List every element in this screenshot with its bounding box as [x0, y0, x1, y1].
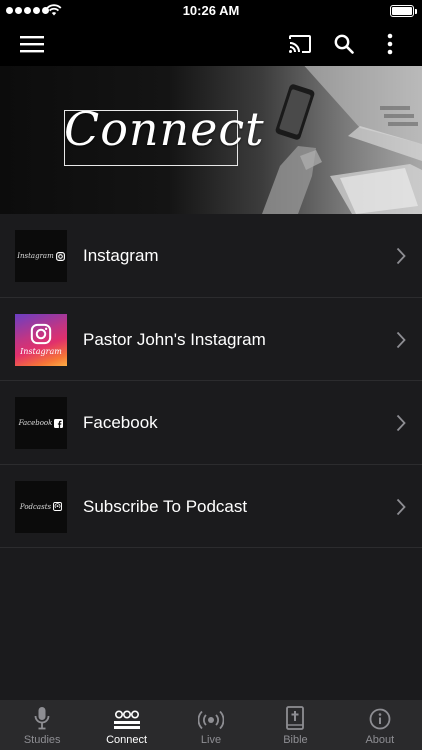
instagram-icon	[55, 251, 65, 261]
chevron-right-icon	[396, 331, 406, 348]
hamburger-menu-icon	[20, 36, 44, 53]
status-time: 10:26 AM	[182, 3, 240, 18]
tab-about[interactable]: About	[338, 700, 422, 750]
instagram-logo-thumbnail: Instagram	[15, 313, 67, 366]
microphone-icon	[34, 707, 50, 730]
more-vertical-icon	[387, 33, 393, 55]
thumb-text: Facebook	[18, 419, 53, 427]
cast-icon	[289, 35, 311, 53]
thumb-text: Podcasts	[19, 502, 52, 511]
thumb-text: Instagram	[20, 347, 62, 356]
search-button[interactable]	[322, 22, 366, 66]
instagram-thumbnail: Instagram	[15, 230, 67, 282]
podcast-thumbnail: Podcasts	[15, 480, 67, 533]
tab-studies[interactable]: Studies	[0, 700, 84, 750]
tab-live[interactable]: Live	[169, 700, 253, 750]
list-item-label: Instagram	[83, 246, 159, 265]
tab-connect[interactable]: Connect	[84, 700, 168, 750]
thumb-text: Instagram	[17, 252, 54, 260]
instagram-logo-icon	[30, 323, 52, 345]
chevron-right-icon	[396, 247, 406, 265]
menu-button[interactable]	[10, 22, 54, 66]
bible-icon	[286, 706, 305, 730]
list-item-label: Facebook	[83, 413, 158, 432]
more-button[interactable]	[370, 22, 410, 66]
tab-label: Live	[200, 734, 222, 746]
status-bar: 10:26 AM	[0, 0, 422, 22]
tab-label: About	[365, 734, 395, 746]
list-item-facebook[interactable]: Facebook Facebook	[0, 381, 422, 465]
tab-label: Bible	[283, 734, 308, 746]
list-item-pastor-instagram[interactable]: Instagram Pastor John's Instagram	[0, 297, 422, 381]
tab-bar: Studies Connect Live Bible About	[0, 700, 422, 750]
list-item-label: Subscribe To Podcast	[83, 496, 248, 516]
facebook-thumbnail: Facebook	[15, 397, 67, 449]
banner-title: Connect	[64, 102, 265, 156]
broadcast-icon	[198, 710, 225, 730]
tab-bible[interactable]: Bible	[253, 700, 337, 750]
group-icon	[113, 710, 140, 729]
list-item-instagram[interactable]: Instagram Instagram	[0, 214, 422, 298]
connect-banner: Connect	[0, 66, 422, 214]
chevron-right-icon	[396, 414, 406, 432]
cast-button[interactable]	[278, 22, 322, 66]
tab-label: Connect	[106, 734, 148, 746]
app-bar	[0, 22, 422, 66]
chevron-right-icon	[396, 498, 406, 515]
search-icon	[334, 34, 354, 54]
tab-label: Studies	[23, 734, 61, 746]
connect-list: Instagram Instagram Instagram Pastor Joh…	[0, 214, 422, 548]
facebook-icon	[54, 418, 64, 428]
podcast-icon	[53, 502, 63, 511]
info-icon	[369, 708, 391, 730]
list-item-label: Pastor John's Instagram	[83, 329, 266, 349]
battery-icon	[390, 5, 417, 17]
list-item-podcast[interactable]: Podcasts Subscribe To Podcast	[0, 464, 422, 548]
